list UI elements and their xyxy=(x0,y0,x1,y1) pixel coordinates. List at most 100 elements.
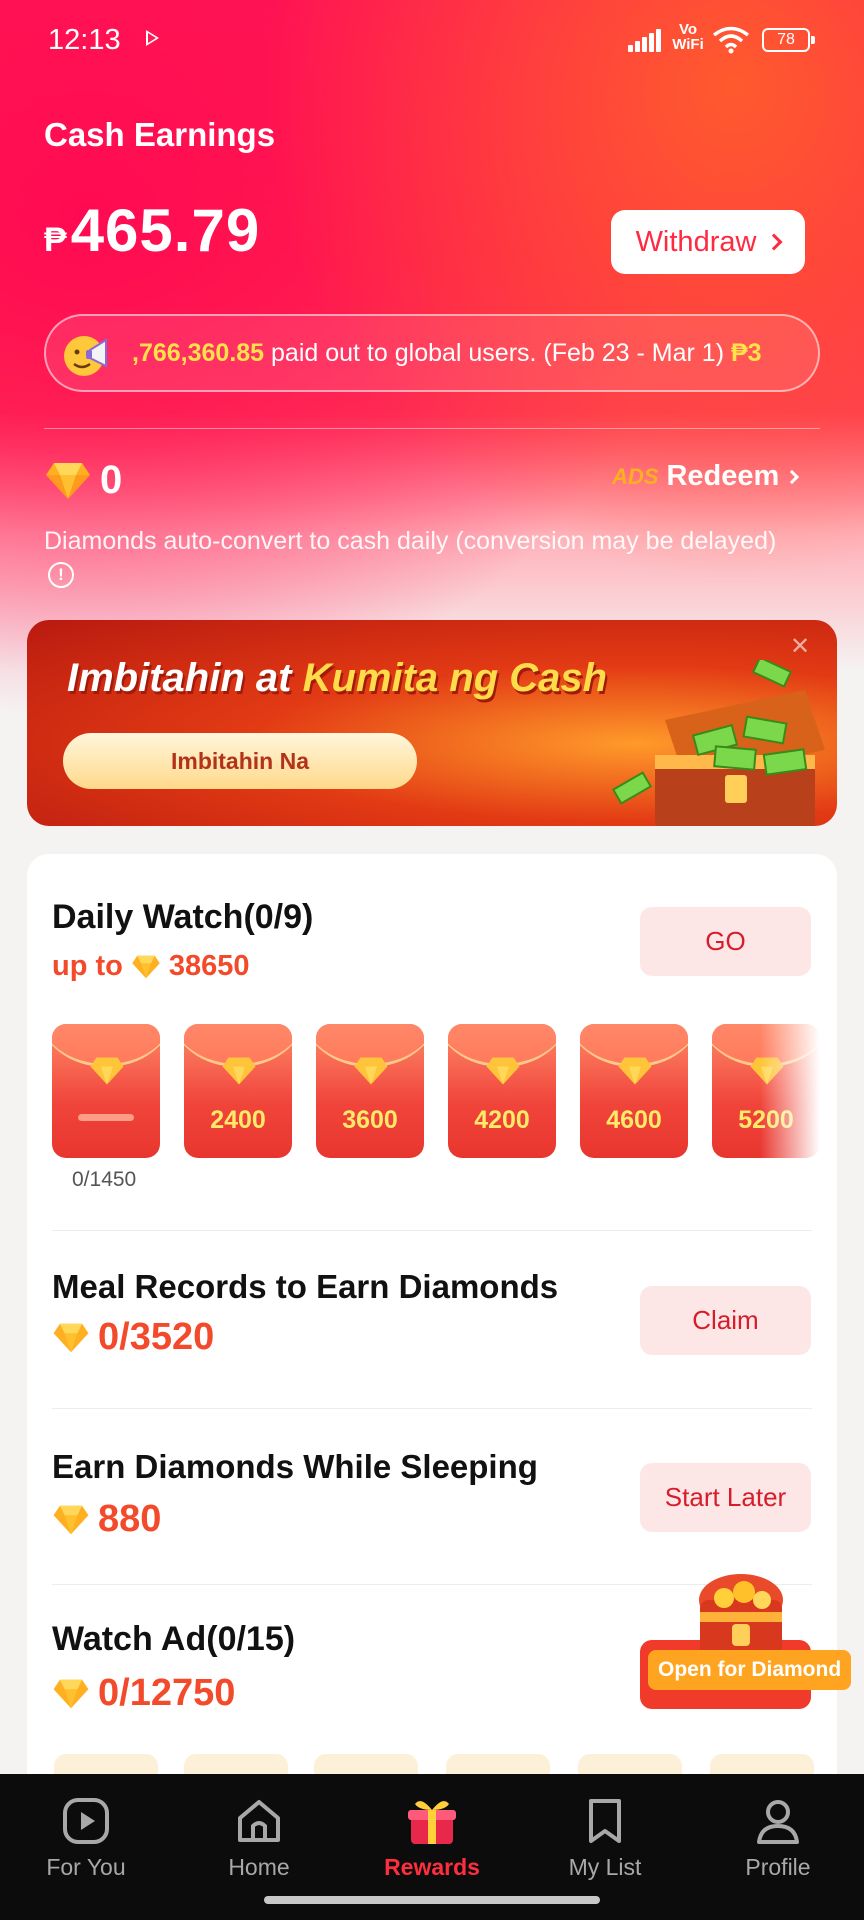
status-time: 12:13 xyxy=(48,24,121,56)
person-icon xyxy=(757,1800,799,1844)
home-icon xyxy=(238,1800,280,1842)
divider xyxy=(52,1230,812,1231)
banner-title-part1: Imbitahin at xyxy=(67,656,303,700)
nav-for-you[interactable]: For You xyxy=(16,1796,156,1881)
diamond-icon xyxy=(618,1057,652,1085)
peek-item xyxy=(184,1754,288,1774)
currency-symbol: ₱ xyxy=(44,221,67,259)
play-square-icon xyxy=(63,1798,109,1844)
media-play-icon xyxy=(146,30,159,46)
gift-icon xyxy=(408,1801,456,1844)
nav-label: Home xyxy=(228,1854,290,1880)
battery-icon: 78 xyxy=(762,28,815,52)
close-icon[interactable]: ✕ xyxy=(790,632,810,661)
watch-ad-value: 0/12750 xyxy=(98,1672,236,1714)
ticker-amount: ,766,360.85 xyxy=(132,339,265,367)
diamond-icon xyxy=(46,462,90,499)
diamond-icon xyxy=(222,1057,256,1085)
envelope-4[interactable]: 4200 xyxy=(448,1024,556,1158)
chevron-right-icon xyxy=(765,233,783,251)
ads-icon: ADS xyxy=(612,463,659,489)
envelope-1[interactable] xyxy=(52,1024,160,1158)
redeem-label: Redeem xyxy=(666,460,780,492)
nav-home[interactable]: Home xyxy=(189,1796,329,1881)
nav-rewards[interactable]: Rewards xyxy=(362,1796,502,1881)
conversion-note: Diamonds auto-convert to cash daily (con… xyxy=(44,527,777,555)
daily-watch-reward: up to 38650 xyxy=(52,950,250,983)
daily-watch-title: Daily Watch(0/9) xyxy=(52,898,314,936)
envelope-value: 2400 xyxy=(210,1106,266,1134)
watch-ad-reward: 0/12750 xyxy=(52,1672,235,1715)
status-bar: 12:13 Vo WiFi 78 xyxy=(0,0,864,80)
scroll-fade xyxy=(760,1024,820,1160)
go-button[interactable]: GO xyxy=(640,907,811,976)
invite-now-button[interactable]: Imbitahin Na xyxy=(63,733,417,789)
nav-label: Profile xyxy=(745,1854,811,1880)
sleeping-title: Earn Diamonds While Sleeping xyxy=(52,1448,538,1485)
start-later-button[interactable]: Start Later xyxy=(640,1463,811,1532)
signal-icon xyxy=(628,28,664,52)
cash-earnings-title: Cash Earnings xyxy=(44,116,276,153)
watch-ad-title: Watch Ad(0/15) xyxy=(52,1620,296,1658)
diamond-icon xyxy=(53,1505,89,1534)
envelope-progress-text: 0/1450 xyxy=(72,1168,137,1191)
peek-item xyxy=(710,1754,814,1774)
envelope-3[interactable]: 3600 xyxy=(316,1024,424,1158)
open-for-diamond-label[interactable]: Open for Diamond xyxy=(648,1650,852,1690)
ticker-trailing: ₱3 xyxy=(730,339,762,367)
nav-label: Rewards xyxy=(384,1854,480,1880)
peek-item xyxy=(314,1754,418,1774)
cash-amount: ₱ 465.79 xyxy=(44,196,260,265)
sleeping-reward: 880 xyxy=(52,1498,161,1541)
withdraw-label: Withdraw xyxy=(635,225,757,258)
megaphone-emoji-icon xyxy=(64,336,107,376)
envelope-value: 3600 xyxy=(342,1106,398,1134)
money-chest-icon xyxy=(611,660,825,826)
envelope-progress-bar xyxy=(78,1114,134,1121)
banner-title: Imbitahin at Kumita ng Cash xyxy=(67,656,607,701)
envelope-5[interactable]: 4600 xyxy=(580,1024,688,1158)
wifi-icon xyxy=(712,26,750,54)
cash-amount-value: 465.79 xyxy=(70,197,261,264)
vowifi-label: Vo WiFi xyxy=(672,21,704,53)
nav-label: My List xyxy=(568,1854,642,1880)
payout-ticker: ,766,360.85 paid out to global users. (F… xyxy=(44,314,820,392)
peek-item xyxy=(578,1754,682,1774)
redeem-button[interactable]: ADS Redeem xyxy=(612,460,800,493)
envelope-2[interactable]: 2400 xyxy=(184,1024,292,1158)
diamond-balance: 0 xyxy=(44,458,122,503)
envelope-value: 4600 xyxy=(606,1106,662,1134)
envelope-value: 4200 xyxy=(474,1106,530,1134)
diamond-icon xyxy=(53,1323,89,1352)
meal-records-title: Meal Records to Earn Diamonds xyxy=(52,1268,559,1305)
ticker-message: paid out to global users. (Feb 23 - Mar … xyxy=(264,339,731,367)
withdraw-button[interactable]: Withdraw xyxy=(611,210,805,274)
diamond-icon xyxy=(90,1057,124,1085)
divider xyxy=(44,428,820,429)
daily-watch-reward-value: 38650 xyxy=(168,950,250,982)
nav-my-list[interactable]: My List xyxy=(535,1796,675,1881)
ticker-text: ,766,360.85 paid out to global users. (F… xyxy=(132,316,804,390)
meal-records-value: 0/3520 xyxy=(98,1316,215,1358)
diamond-icon xyxy=(132,955,160,978)
info-icon[interactable]: ! xyxy=(48,562,74,588)
chevron-right-icon xyxy=(785,469,800,484)
peek-item xyxy=(446,1754,550,1774)
peek-item xyxy=(54,1754,158,1774)
daily-watch-envelopes: 2400 3600 4200 4600 5200 xyxy=(52,1024,820,1160)
diamond-icon xyxy=(354,1057,388,1085)
diamond-icon xyxy=(486,1057,520,1085)
invite-banner[interactable]: Imbitahin at Kumita ng Cash Imbitahin Na xyxy=(27,620,837,826)
diamond-count: 0 xyxy=(100,458,123,502)
bookmark-icon xyxy=(589,1799,621,1843)
home-indicator[interactable] xyxy=(264,1896,600,1904)
nav-label: For You xyxy=(46,1854,126,1880)
daily-watch-reward-prefix: up to xyxy=(52,950,123,982)
meal-records-reward: 0/3520 xyxy=(52,1316,214,1359)
banner-title-part2: Kumita ng Cash xyxy=(302,656,608,700)
divider xyxy=(52,1408,812,1409)
diamond-icon xyxy=(53,1679,89,1708)
claim-button[interactable]: Claim xyxy=(640,1286,811,1355)
nav-profile[interactable]: Profile xyxy=(708,1796,848,1881)
sleeping-value: 880 xyxy=(98,1498,162,1540)
